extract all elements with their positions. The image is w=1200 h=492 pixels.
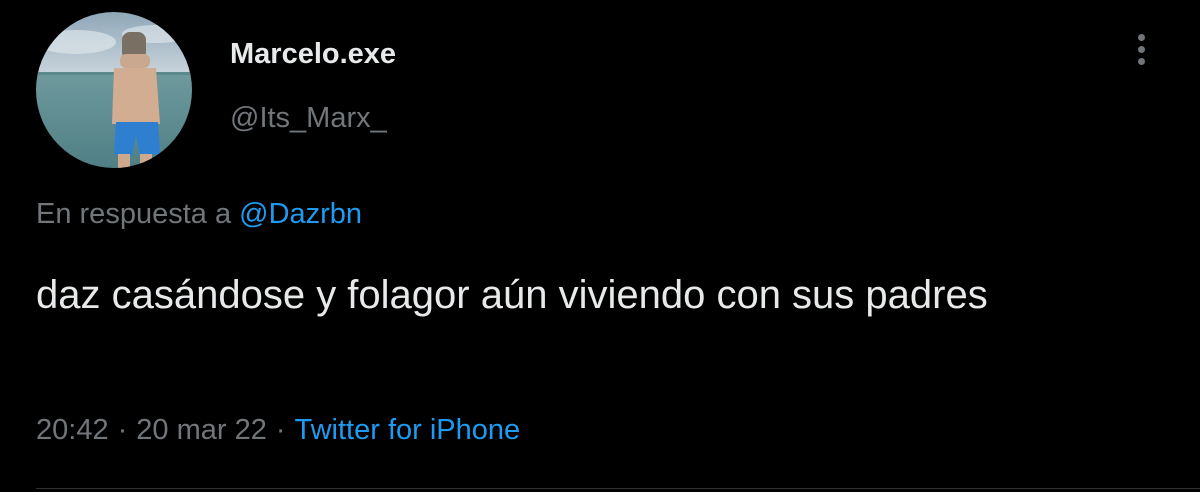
avatar[interactable] <box>36 12 192 168</box>
tweet-date[interactable]: 20 mar 22 <box>136 414 267 446</box>
tweet-source-link[interactable]: Twitter for iPhone <box>295 414 521 446</box>
author-info: Marcelo.exe @Its_Marx_ <box>230 36 396 136</box>
tweet: Marcelo.exe @Its_Marx_ En respuesta a @D… <box>0 0 1200 492</box>
separator: · <box>117 414 128 446</box>
divider <box>36 488 1200 489</box>
tweet-text: daz casándose y folagor aún viviendo con… <box>36 273 988 317</box>
reply-mention-link[interactable]: @Dazrbn <box>239 198 362 230</box>
tweet-time[interactable]: 20:42 <box>36 414 109 446</box>
reply-context: En respuesta a @Dazrbn <box>36 196 362 232</box>
separator: · <box>275 414 286 446</box>
author-handle[interactable]: @Its_Marx_ <box>230 100 396 136</box>
reply-prefix: En respuesta a <box>36 198 232 230</box>
more-options-button[interactable] <box>1122 26 1162 72</box>
tweet-metadata: 20:42 · 20 mar 22 · Twitter for iPhone <box>36 412 520 448</box>
author-display-name[interactable]: Marcelo.exe <box>230 36 396 72</box>
avatar-image <box>36 12 192 168</box>
